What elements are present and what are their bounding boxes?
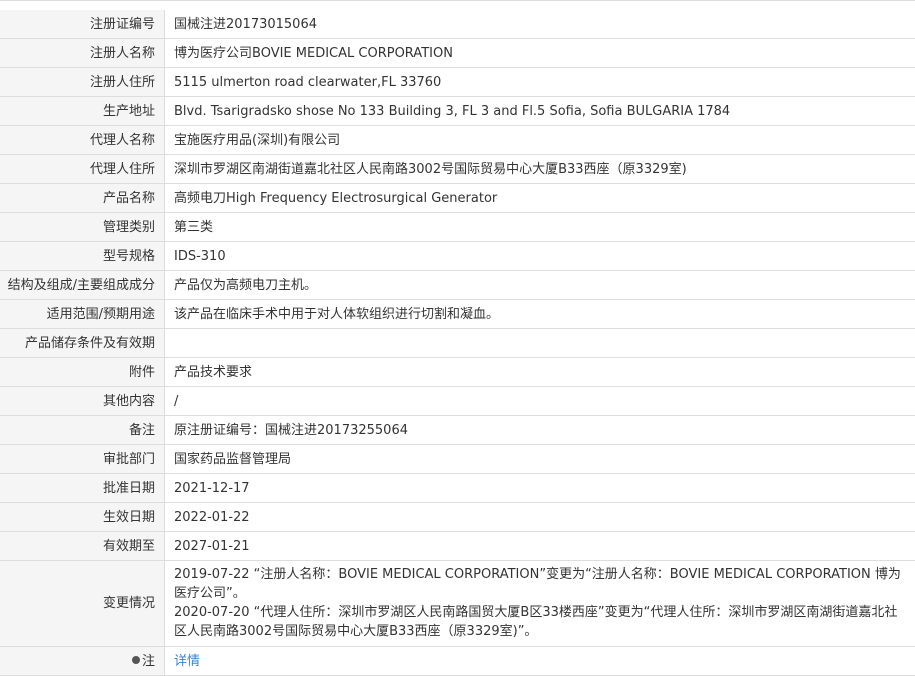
field-value: Blvd. Tsarigradsko shose No 133 Building… bbox=[165, 97, 915, 126]
field-label: 生产地址 bbox=[0, 97, 165, 126]
change-history-row: 变更情况2019-07-22 “注册人名称：BOVIE MEDICAL CORP… bbox=[0, 561, 915, 647]
change-entry: 2020-07-20 “代理人住所：深圳市罗湖区人民南路国贸大厦B区33楼西座”… bbox=[174, 603, 909, 641]
note-label-cell: 注 bbox=[0, 647, 165, 676]
table-row: 注册人名称博为医疗公司BOVIE MEDICAL CORPORATION bbox=[0, 39, 915, 68]
field-value: 产品仅为高频电刀主机。 bbox=[165, 271, 915, 300]
note-label: 注 bbox=[142, 654, 155, 669]
change-entry: 2019-07-22 “注册人名称：BOVIE MEDICAL CORPORAT… bbox=[174, 565, 909, 603]
field-value: 第三类 bbox=[165, 213, 915, 242]
field-value: 国械注进20173015064 bbox=[165, 10, 915, 39]
field-label: 其他内容 bbox=[0, 387, 165, 416]
field-label: 生效日期 bbox=[0, 503, 165, 532]
table-row: 适用范围/预期用途该产品在临床手术中用于对人体软组织进行切割和凝血。 bbox=[0, 300, 915, 329]
field-value: 深圳市罗湖区南湖街道嘉北社区人民南路3002号国际贸易中心大厦B33西座（原33… bbox=[165, 155, 915, 184]
top-border bbox=[0, 0, 915, 1]
field-label: 注册证编号 bbox=[0, 10, 165, 39]
table-row: 注册人住所5115 ulmerton road clearwater,FL 33… bbox=[0, 68, 915, 97]
field-label: 结构及组成/主要组成成分 bbox=[0, 271, 165, 300]
field-value: 2022-01-22 bbox=[165, 503, 915, 532]
table-row: 附件产品技术要求 bbox=[0, 358, 915, 387]
table-row: 生产地址Blvd. Tsarigradsko shose No 133 Buil… bbox=[0, 97, 915, 126]
field-value: 产品技术要求 bbox=[165, 358, 915, 387]
field-label: 备注 bbox=[0, 416, 165, 445]
field-value: 高频电刀High Frequency Electrosurgical Gener… bbox=[165, 184, 915, 213]
pin-icon bbox=[132, 656, 140, 664]
field-value bbox=[165, 329, 915, 358]
field-label: 代理人住所 bbox=[0, 155, 165, 184]
table-row: 其他内容/ bbox=[0, 387, 915, 416]
field-label: 型号规格 bbox=[0, 242, 165, 271]
field-value: 2021-12-17 bbox=[165, 474, 915, 503]
field-label: 产品名称 bbox=[0, 184, 165, 213]
field-value: / bbox=[165, 387, 915, 416]
field-label: 有效期至 bbox=[0, 532, 165, 561]
field-label: 适用范围/预期用途 bbox=[0, 300, 165, 329]
table-row: 型号规格IDS-310 bbox=[0, 242, 915, 271]
field-value: 5115 ulmerton road clearwater,FL 33760 bbox=[165, 68, 915, 97]
table-row: 代理人住所深圳市罗湖区南湖街道嘉北社区人民南路3002号国际贸易中心大厦B33西… bbox=[0, 155, 915, 184]
table-row: 产品名称高频电刀High Frequency Electrosurgical G… bbox=[0, 184, 915, 213]
details-link[interactable]: 详情 bbox=[174, 654, 200, 669]
field-value: 2027-01-21 bbox=[165, 532, 915, 561]
table-row: 结构及组成/主要组成成分产品仅为高频电刀主机。 bbox=[0, 271, 915, 300]
field-label: 管理类别 bbox=[0, 213, 165, 242]
field-value: 原注册证编号：国械注进20173255064 bbox=[165, 416, 915, 445]
field-value: IDS-310 bbox=[165, 242, 915, 271]
table-row: 代理人名称宝施医疗用品(深圳)有限公司 bbox=[0, 126, 915, 155]
table-row: 产品储存条件及有效期 bbox=[0, 329, 915, 358]
note-value: 详情 bbox=[165, 647, 915, 676]
change-history-value: 2019-07-22 “注册人名称：BOVIE MEDICAL CORPORAT… bbox=[165, 561, 915, 647]
note-row: 注 详情 bbox=[0, 647, 915, 676]
change-history-label: 变更情况 bbox=[0, 561, 165, 647]
table-row: 审批部门国家药品监督管理局 bbox=[0, 445, 915, 474]
table-row: 备注原注册证编号：国械注进20173255064 bbox=[0, 416, 915, 445]
table-row: 注册证编号国械注进20173015064 bbox=[0, 10, 915, 39]
field-label: 审批部门 bbox=[0, 445, 165, 474]
field-label: 产品储存条件及有效期 bbox=[0, 329, 165, 358]
table-row: 批准日期2021-12-17 bbox=[0, 474, 915, 503]
registration-info-table: 注册证编号国械注进20173015064注册人名称博为医疗公司BOVIE MED… bbox=[0, 10, 915, 676]
field-value: 该产品在临床手术中用于对人体软组织进行切割和凝血。 bbox=[165, 300, 915, 329]
field-label: 注册人名称 bbox=[0, 39, 165, 68]
field-value: 国家药品监督管理局 bbox=[165, 445, 915, 474]
field-value: 宝施医疗用品(深圳)有限公司 bbox=[165, 126, 915, 155]
table-row: 生效日期2022-01-22 bbox=[0, 503, 915, 532]
field-label: 注册人住所 bbox=[0, 68, 165, 97]
table-row: 有效期至2027-01-21 bbox=[0, 532, 915, 561]
field-value: 博为医疗公司BOVIE MEDICAL CORPORATION bbox=[165, 39, 915, 68]
field-label: 批准日期 bbox=[0, 474, 165, 503]
field-label: 附件 bbox=[0, 358, 165, 387]
table-row: 管理类别第三类 bbox=[0, 213, 915, 242]
field-label: 代理人名称 bbox=[0, 126, 165, 155]
